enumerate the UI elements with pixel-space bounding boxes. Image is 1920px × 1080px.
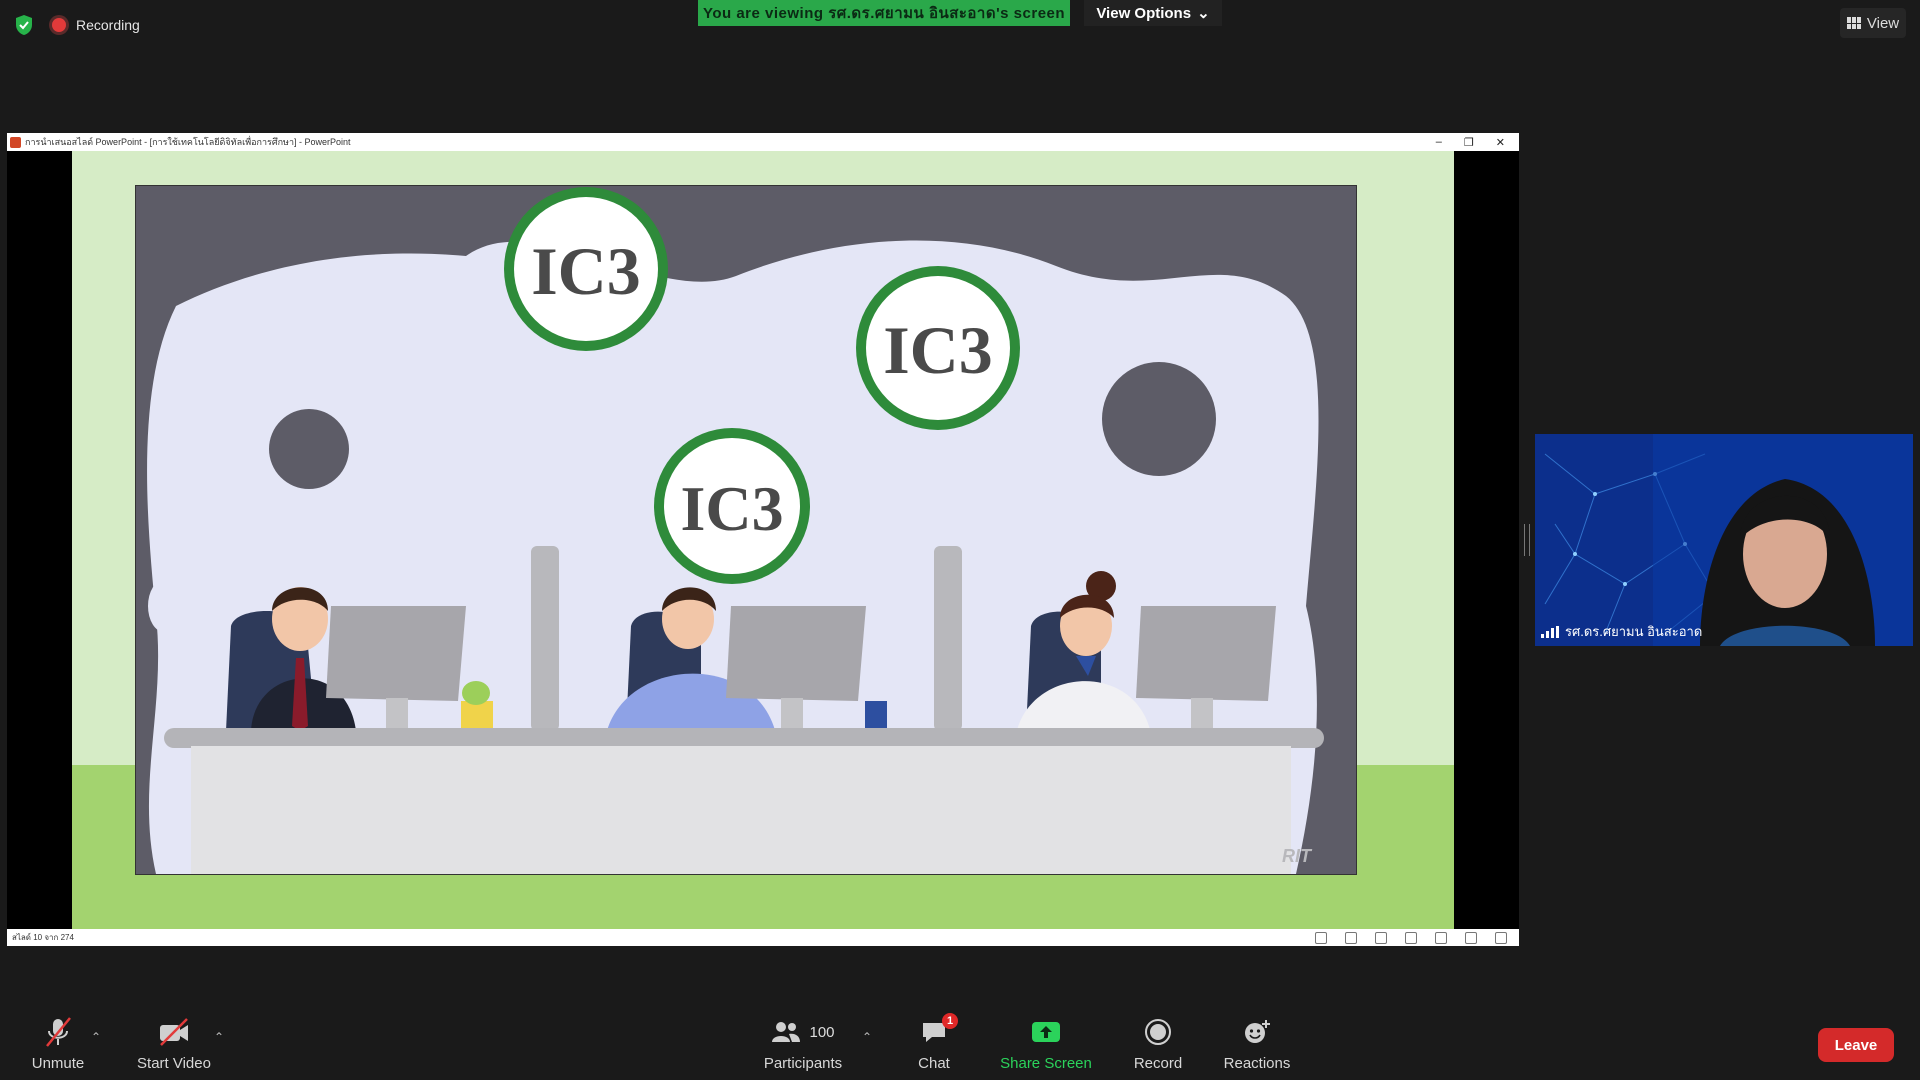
reading-view-icon[interactable] [1465,932,1477,944]
recording-dot-icon [52,18,66,32]
panel-splitter-handle[interactable] [1524,524,1530,556]
signal-strength-icon [1541,625,1559,638]
powerpoint-logo-icon [10,136,21,148]
chevron-down-icon: ⌄ [1197,5,1210,22]
participants-button[interactable]: 100 Participants [758,1008,848,1080]
view-mode-icons [1315,932,1507,944]
recording-indicator[interactable]: Recording [52,17,140,33]
meeting-toolbar: Unmute ⌃ Start Video ⌃ 100 Participants … [0,1008,1920,1080]
start-video-button[interactable]: Start Video [130,1008,218,1080]
window-controls: – ❐ ✕ [1436,133,1505,151]
microphone-muted-icon [43,1015,73,1049]
share-screen-button[interactable]: Share Screen [996,1008,1096,1080]
slide-counter: สไลด์ 10 จาก 274 [12,933,74,942]
reactions-label: Reactions [1223,1055,1291,1072]
reactions-icon [1242,1015,1272,1049]
viewing-screen-banner: You are viewing รศ.ดร.ศยามน อินสะอาด's s… [698,0,1070,26]
normal-view-icon[interactable] [1405,932,1417,944]
restore-icon[interactable]: ❐ [1464,136,1474,149]
comments-icon[interactable] [1375,932,1387,944]
record-button[interactable]: Record [1128,1008,1188,1080]
record-icon [1144,1015,1172,1049]
chat-icon: 1 [920,1013,958,1049]
unmute-button[interactable]: Unmute [26,1008,90,1080]
meeting-status-area: Recording [14,14,140,36]
audio-options-caret-icon[interactable]: ⌃ [91,1030,101,1044]
slide-image: IC3 IC3 IC3 RIT [135,185,1357,875]
reactions-button[interactable]: Reactions [1220,1008,1294,1080]
video-off-icon [157,1015,191,1049]
powerpoint-titlebar: การนำเสนอสไลด์ PowerPoint - [การใช้เทคโน… [7,133,1519,151]
shared-screen: การนำเสนอสไลด์ PowerPoint - [การใช้เทคโน… [7,133,1519,946]
office-illustration: IC3 IC3 IC3 RIT [147,187,1324,874]
notes-icon[interactable] [1345,932,1357,944]
powerpoint-statusbar: สไลด์ 10 จาก 274 [7,929,1519,946]
record-label: Record [1133,1055,1183,1072]
chat-button[interactable]: 1 Chat [906,1008,962,1080]
close-icon[interactable]: ✕ [1496,136,1505,149]
unmute-label: Unmute [31,1055,85,1072]
slide-sorter-icon[interactable] [1435,932,1447,944]
chat-unread-badge: 1 [942,1013,958,1029]
start-video-label: Start Video [137,1055,211,1072]
share-screen-label: Share Screen [1000,1055,1092,1072]
participants-count: 100 [809,1023,835,1041]
encryption-shield-icon[interactable] [14,14,34,36]
grid-view-icon [1846,17,1861,29]
ic3-badge-2: IC3 [856,266,1020,430]
ic3-badge-3: IC3 [654,428,810,584]
video-feed [1535,434,1913,646]
ic3-badge-1: IC3 [504,187,668,351]
view-options-button[interactable]: View Options ⌄ [1084,0,1222,26]
share-screen-icon [1030,1015,1062,1049]
chat-label: Chat [918,1055,950,1072]
slide-watermark: RIT [1282,846,1313,866]
slideshow-icon[interactable] [1495,932,1507,944]
view-options-label: View Options [1096,4,1192,22]
accessibility-icon[interactable] [1315,932,1327,944]
participants-caret-icon[interactable]: ⌃ [862,1030,872,1044]
view-label: View [1866,14,1900,32]
video-options-caret-icon[interactable]: ⌃ [214,1030,224,1044]
participants-label: Participants [763,1055,843,1072]
powerpoint-title: การนำเสนอสไลด์ PowerPoint - [การใช้เทคโน… [25,137,351,147]
participant-video-tile[interactable]: รศ.ดร.ศยามน อินสะอาด [1535,434,1913,646]
slide-area: IC3 IC3 IC3 RIT [72,151,1454,929]
ic3-badge-text-3: IC3 [680,473,783,544]
ic3-badge-text-2: IC3 [883,312,993,388]
view-layout-button[interactable]: View [1840,8,1906,38]
leave-button[interactable]: Leave [1818,1028,1894,1062]
participant-name: รศ.ดร.ศยามน อินสะอาด [1565,624,1703,639]
ic3-badge-text-1: IC3 [531,233,641,309]
minimize-icon[interactable]: – [1436,136,1442,148]
participants-icon: 100 [771,1015,835,1049]
participant-name-tag: รศ.ดร.ศยามน อินสะอาด [1541,621,1702,642]
recording-label: Recording [76,17,140,33]
